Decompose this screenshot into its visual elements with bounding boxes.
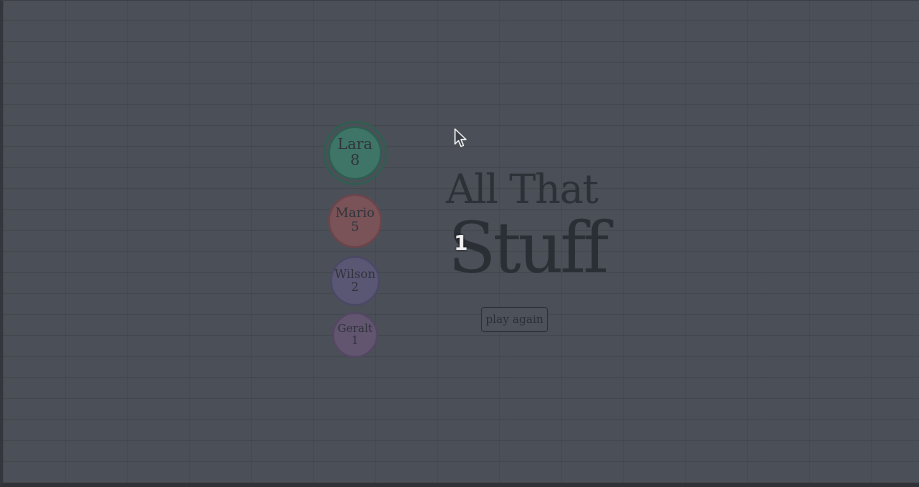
mouse-pointer-icon — [454, 128, 467, 148]
player-score: 1 — [351, 334, 359, 347]
play-again-button[interactable]: play again — [481, 307, 548, 332]
player-name: Mario — [335, 206, 375, 222]
counter-label: 1 — [454, 231, 468, 255]
player-token-wilson: Wilson 2 — [330, 256, 380, 306]
player-token-lara: Lara 8 — [323, 121, 387, 185]
player-score: 5 — [350, 220, 360, 235]
game-title-line2: Stuff — [448, 207, 609, 289]
player-token-mario: Mario 5 — [328, 194, 382, 248]
player-score: 2 — [351, 280, 359, 294]
player-score: 8 — [350, 151, 360, 169]
player-token-geralt: Geralt 1 — [332, 312, 378, 358]
game-window: Lara 8 Mario 5 Wilson 2 Geralt 1 All Tha… — [0, 0, 919, 487]
